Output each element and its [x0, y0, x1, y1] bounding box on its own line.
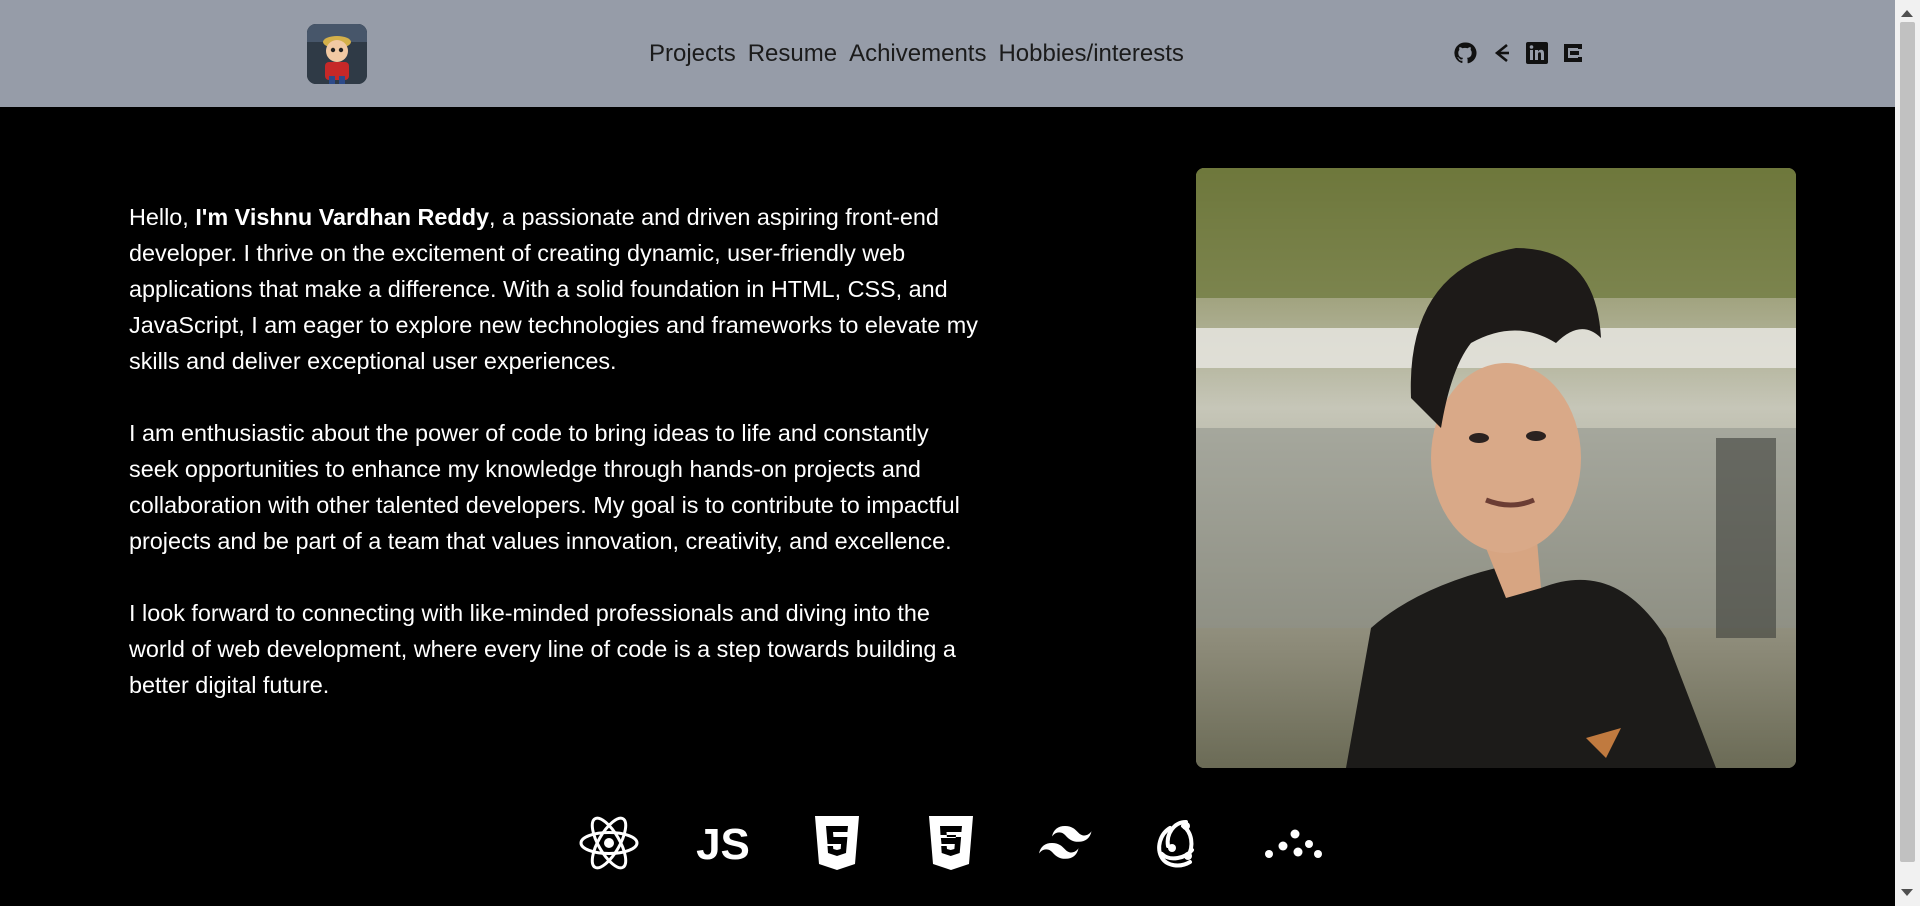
github-icon[interactable] [1453, 41, 1477, 65]
tailwind-icon [1034, 812, 1096, 874]
intro-name: I'm Vishnu Vardhan Reddy [195, 204, 489, 230]
intro-greeting: Hello, [129, 204, 196, 230]
intro-paragraph-1: Hello, I'm Vishnu Vardhan Reddy, a passi… [129, 199, 979, 379]
site-header: Projects Resume Achivements Hobbies/inte… [0, 0, 1895, 107]
intro-section: Hello, I'm Vishnu Vardhan Reddy, a passi… [129, 199, 979, 739]
avatar[interactable] [307, 24, 367, 84]
intro-paragraph-2: I am enthusiastic about the power of cod… [129, 420, 960, 554]
avatar-image [307, 24, 367, 84]
profile-photo [1196, 168, 1796, 768]
redux-icon [1148, 812, 1210, 874]
html5-icon [806, 812, 868, 874]
javascript-icon: JS [692, 812, 754, 874]
ember-icon [1262, 812, 1324, 874]
main-nav: Projects Resume Achivements Hobbies/inte… [649, 40, 1184, 68]
css3-icon [920, 812, 982, 874]
scroll-up-icon[interactable] [1901, 10, 1913, 17]
linkedin-icon[interactable] [1525, 41, 1549, 65]
geeksforgeeks-icon[interactable] [1489, 41, 1513, 65]
codechef-icon[interactable] [1561, 41, 1585, 65]
nav-hobbies-interests[interactable]: Hobbies/interests [998, 40, 1183, 68]
svg-text:JS: JS [696, 820, 750, 869]
nav-projects[interactable]: Projects [649, 40, 736, 68]
social-links [1453, 41, 1585, 65]
intro-paragraph-3: I look forward to connecting with like-m… [129, 600, 956, 698]
vertical-scrollbar[interactable] [1895, 0, 1920, 906]
nav-achivements[interactable]: Achivements [849, 40, 986, 68]
tech-stack: JS [578, 812, 1324, 874]
react-icon [578, 812, 640, 874]
scroll-thumb[interactable] [1900, 22, 1915, 862]
scroll-down-icon[interactable] [1901, 889, 1913, 896]
nav-resume[interactable]: Resume [748, 40, 837, 68]
